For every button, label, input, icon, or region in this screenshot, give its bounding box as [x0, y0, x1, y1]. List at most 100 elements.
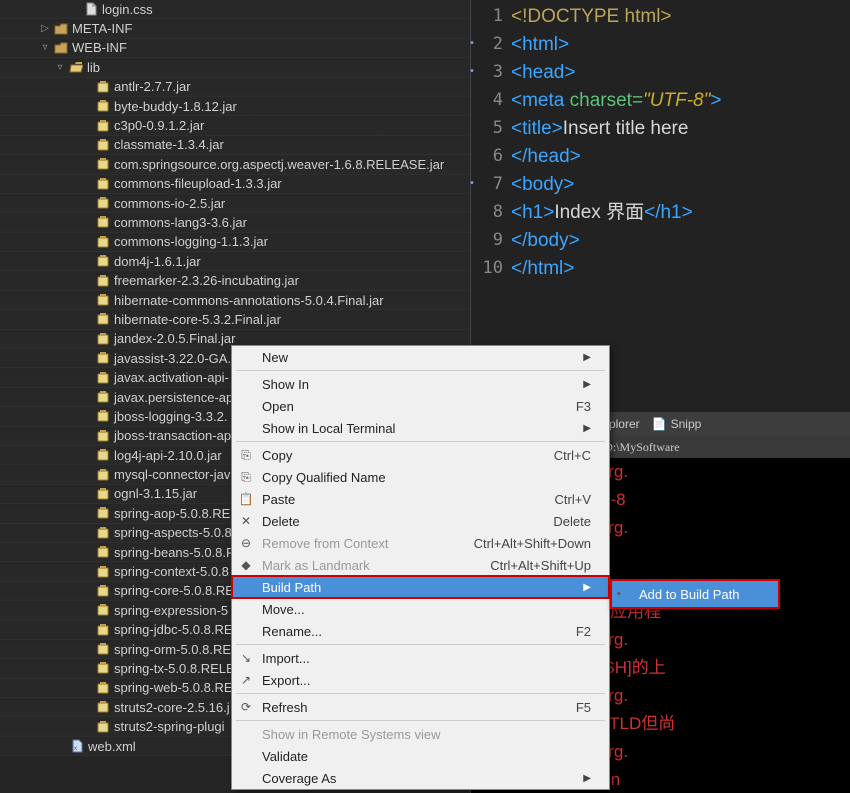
jar-icon: [96, 700, 110, 714]
line-number: 9: [471, 226, 503, 254]
jar-icon: [96, 157, 110, 171]
code-editor[interactable]: 12345678910 <!DOCTYPE html><html><head><…: [471, 0, 850, 282]
menu-separator: [236, 441, 605, 442]
tree-item-jar[interactable]: byte-buddy-1.8.12.jar: [0, 97, 470, 116]
jar-icon: [96, 312, 110, 326]
folder-icon: [54, 22, 68, 36]
tree-item[interactable]: login.css: [0, 0, 470, 19]
menu-item-open[interactable]: OpenF3: [232, 395, 609, 417]
menu-item-copy[interactable]: ⎘CopyCtrl+C: [232, 444, 609, 466]
jar-icon: [96, 196, 110, 210]
code-line[interactable]: <h1>Index 界面</h1>: [511, 198, 850, 226]
menu-label: Mark as Landmark: [262, 558, 370, 573]
jar-icon: [96, 526, 110, 540]
tree-label: login.css: [102, 2, 153, 17]
twisty-icon[interactable]: ▷: [40, 23, 50, 34]
tree-item[interactable]: ▿ lib: [0, 58, 470, 77]
tree-item[interactable]: ▿ WEB-INF: [0, 39, 470, 58]
tree-label: spring-aspects-5.0.8: [114, 525, 232, 540]
jar-icon: [96, 293, 110, 307]
tree-item-jar[interactable]: commons-logging-1.1.3.jar: [0, 233, 470, 252]
code-line[interactable]: <meta charset="UTF-8">: [511, 86, 850, 114]
submenu-arrow-icon: ▶: [583, 352, 591, 363]
tree-label: hibernate-core-5.3.2.Final.jar: [114, 312, 281, 327]
tree-item-jar[interactable]: commons-fileupload-1.3.3.jar: [0, 175, 470, 194]
tree-item-jar[interactable]: com.springsource.org.aspectj.weaver-1.6.…: [0, 155, 470, 174]
menu-separator: [236, 693, 605, 694]
twisty-icon[interactable]: ▿: [40, 42, 50, 53]
menu-icon: ⎘: [238, 470, 254, 485]
jar-icon: [96, 351, 110, 365]
menu-item-paste[interactable]: 📋PasteCtrl+V: [232, 488, 609, 510]
tree-item-jar[interactable]: c3p0-0.9.1.2.jar: [0, 116, 470, 135]
jar-icon: [96, 429, 110, 443]
twisty-icon[interactable]: ▿: [55, 62, 65, 73]
snippet-icon: 📄: [652, 417, 667, 431]
menu-label: Validate: [262, 749, 308, 764]
tree-item-jar[interactable]: freemarker-2.3.26-incubating.jar: [0, 271, 470, 290]
code-line[interactable]: <title>Insert title here: [511, 114, 850, 142]
tree-item[interactable]: ▷ META-INF: [0, 19, 470, 38]
submenu-item-add-to-build-path[interactable]: • Add to Build Path: [611, 580, 779, 608]
menu-item-rename-[interactable]: Rename...F2: [232, 620, 609, 642]
file-icon: [84, 2, 98, 16]
add-icon: •: [617, 588, 621, 600]
context-menu[interactable]: New▶ Show In▶ OpenF3 Show in Local Termi…: [231, 345, 610, 790]
menu-item-new[interactable]: New▶: [232, 346, 609, 368]
line-number: 6: [471, 142, 503, 170]
tree-item-jar[interactable]: dom4j-1.6.1.jar: [0, 252, 470, 271]
tree-item-jar[interactable]: classmate-1.3.4.jar: [0, 136, 470, 155]
menu-label: Delete: [262, 514, 300, 529]
menu-label: Open: [262, 399, 294, 414]
jar-icon: [96, 274, 110, 288]
menu-item-show-in-local-terminal[interactable]: Show in Local Terminal▶: [232, 417, 609, 439]
menu-separator: [236, 644, 605, 645]
jar-icon: [96, 119, 110, 133]
menu-label: Show in Local Terminal: [262, 421, 395, 436]
tree-label: classmate-1.3.4.jar: [114, 137, 224, 152]
menu-label: Copy: [262, 448, 292, 463]
tree-item-jar[interactable]: hibernate-commons-annotations-5.0.4.Fina…: [0, 291, 470, 310]
tree-label: spring-context-5.0.8: [114, 564, 229, 579]
menu-item-validate[interactable]: Validate: [232, 745, 609, 767]
tree-item-jar[interactable]: hibernate-core-5.3.2.Final.jar: [0, 310, 470, 329]
submenu-arrow-icon: ▶: [583, 582, 591, 593]
line-number: 10: [471, 254, 503, 282]
menu-item-refresh[interactable]: ⟳RefreshF5: [232, 696, 609, 718]
jar-icon: [96, 235, 110, 249]
menu-label: Show in Remote Systems view: [262, 727, 440, 742]
menu-item-export-[interactable]: ↗Export...: [232, 669, 609, 691]
code-line[interactable]: <!DOCTYPE html>: [511, 2, 850, 30]
menu-item-import-[interactable]: ↘Import...: [232, 647, 609, 669]
menu-item-copy-qualified-name[interactable]: ⎘Copy Qualified Name: [232, 466, 609, 488]
code-line[interactable]: <html>: [511, 30, 850, 58]
jar-icon: [96, 409, 110, 423]
tree-label: spring-aop-5.0.8.RE: [114, 506, 230, 521]
code-line[interactable]: </html>: [511, 254, 850, 282]
tree-label: log4j-api-2.10.0.jar: [114, 448, 222, 463]
tree-item-jar[interactable]: commons-lang3-3.6.jar: [0, 213, 470, 232]
menu-item-show-in[interactable]: Show In▶: [232, 373, 609, 395]
code-line[interactable]: <body>: [511, 170, 850, 198]
code-line[interactable]: </head>: [511, 142, 850, 170]
tab-snippets[interactable]: 📄 Snipp: [652, 417, 702, 431]
menu-label: Rename...: [262, 624, 322, 639]
menu-item-delete[interactable]: ✕DeleteDelete: [232, 510, 609, 532]
folder-open-icon: [69, 60, 83, 74]
tree-label: spring-orm-5.0.8.RE: [114, 642, 231, 657]
code-lines[interactable]: <!DOCTYPE html><html><head><meta charset…: [511, 2, 850, 282]
tree-item-jar[interactable]: antlr-2.7.7.jar: [0, 78, 470, 97]
jar-icon: [96, 565, 110, 579]
code-line[interactable]: </body>: [511, 226, 850, 254]
menu-item-build-path[interactable]: Build Path▶: [232, 576, 609, 598]
menu-item-move-[interactable]: Move...: [232, 598, 609, 620]
submenu-build-path[interactable]: • Add to Build Path: [610, 579, 780, 609]
code-line[interactable]: <head>: [511, 58, 850, 86]
jar-icon: [96, 99, 110, 113]
jar-icon: [96, 720, 110, 734]
tree-label: jboss-logging-3.3.2.: [114, 409, 227, 424]
tree-label: spring-web-5.0.8.RE: [114, 680, 233, 695]
tree-label: javassist-3.22.0-GA.j: [114, 351, 234, 366]
tree-item-jar[interactable]: commons-io-2.5.jar: [0, 194, 470, 213]
menu-item-coverage-as[interactable]: Coverage As▶: [232, 767, 609, 789]
